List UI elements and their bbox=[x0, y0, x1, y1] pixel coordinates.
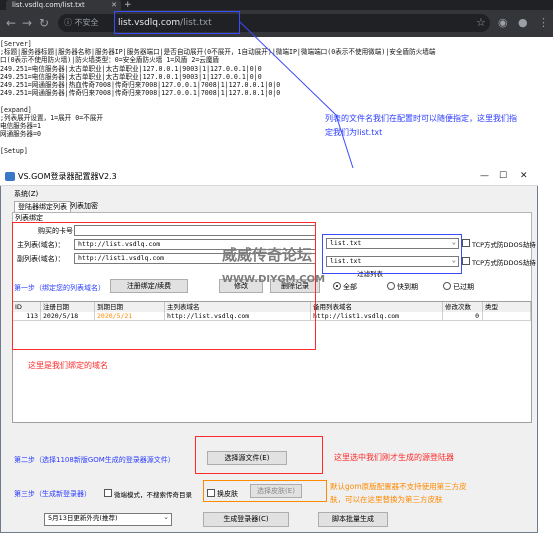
watermark-title: 威威传奇论坛 bbox=[222, 246, 313, 264]
col-header-edit-count[interactable]: 修改次数 bbox=[443, 302, 483, 312]
choose-file-highlight bbox=[195, 436, 323, 474]
select-login-note: 这里选中我们刚才生成的源登陆器 bbox=[334, 453, 454, 462]
skin-note: 默认gom原版配置器不支持使用第三方皮 肤，可以在这里替换为第三方皮肤 bbox=[330, 480, 467, 506]
cell-alt-list[interactable]: http://list1.vsdlq.com bbox=[311, 312, 443, 321]
radio-expiring[interactable] bbox=[387, 282, 395, 290]
step3-label: 第三步（生成新登录器） bbox=[14, 490, 91, 498]
chevron-down-icon: ⌄ bbox=[163, 513, 169, 521]
cell-type[interactable] bbox=[483, 312, 531, 321]
top-note-line2: 定我们为list.txt bbox=[325, 128, 383, 137]
maximize-icon[interactable]: ☐ bbox=[499, 169, 507, 183]
micro-mode-checkbox[interactable] bbox=[104, 489, 112, 497]
tcp-label-main: TCP方式防DDOS劫持 bbox=[472, 241, 536, 249]
radio-expired-label: 已过期 bbox=[453, 283, 474, 291]
micro-mode-label: 微端模式，不搜索传奇目录 bbox=[114, 491, 192, 499]
step2-label: 第二步（选择1108新版GOM生成的登录器源文件） bbox=[14, 456, 175, 464]
radio-expiring-label: 快到期 bbox=[397, 283, 418, 291]
tcp-checkbox-alt[interactable] bbox=[462, 257, 470, 265]
tab-list-encrypt[interactable]: 列表加密 bbox=[70, 201, 98, 211]
col-header-alt-list[interactable]: 备用列表域名 bbox=[311, 302, 443, 312]
radio-all-label: 全部 bbox=[343, 283, 357, 291]
menu-system[interactable]: 系统(Z) bbox=[14, 189, 38, 199]
skin-note-line1: 默认gom原版配置器不支持使用第三方皮 bbox=[330, 482, 467, 491]
radio-expired[interactable] bbox=[443, 282, 451, 290]
tcp-checkbox-main[interactable] bbox=[462, 239, 470, 247]
generate-button[interactable]: 生成登录器(C) bbox=[203, 512, 289, 527]
select-highlight-box bbox=[322, 234, 462, 274]
tab-bind-list[interactable]: 登陆器绑定列表 bbox=[14, 201, 71, 212]
skin-note-line2: 肤，可以在这里替换为第三方皮肤 bbox=[330, 495, 443, 504]
top-note-line1: 列表的文件名我们在配置时可以随便指定，这里我们指 bbox=[325, 114, 517, 123]
cell-edit-count[interactable]: 0 bbox=[443, 312, 483, 321]
batch-generate-button[interactable]: 脚本批量生成 bbox=[318, 512, 388, 527]
radio-all[interactable] bbox=[333, 282, 341, 290]
dialog-title: VS.GOM登录器配置器V2.3 bbox=[18, 172, 117, 181]
app-logo-icon bbox=[5, 172, 15, 181]
close-icon[interactable]: ✕ bbox=[520, 169, 528, 183]
top-note: 列表的文件名我们在配置时可以随便指定，这里我们指 定我们为list.txt bbox=[325, 112, 553, 140]
bound-domain-note: 这里是我们绑定的域名 bbox=[28, 361, 108, 370]
bound-domain-highlight bbox=[12, 222, 316, 350]
watermark-url: WWW.DIYGM.COM bbox=[222, 274, 326, 285]
minimize-icon[interactable]: — bbox=[480, 169, 489, 183]
col-header-type[interactable]: 类型 bbox=[483, 302, 531, 312]
tcp-label-alt: TCP方式防DDOS劫持 bbox=[472, 259, 536, 267]
shell-version-select[interactable]: 5月13日更新外壳(推荐) ⌄ bbox=[44, 513, 172, 526]
shell-version-value: 5月13日更新外壳(推荐) bbox=[48, 514, 118, 522]
skin-highlight-box bbox=[203, 480, 327, 502]
